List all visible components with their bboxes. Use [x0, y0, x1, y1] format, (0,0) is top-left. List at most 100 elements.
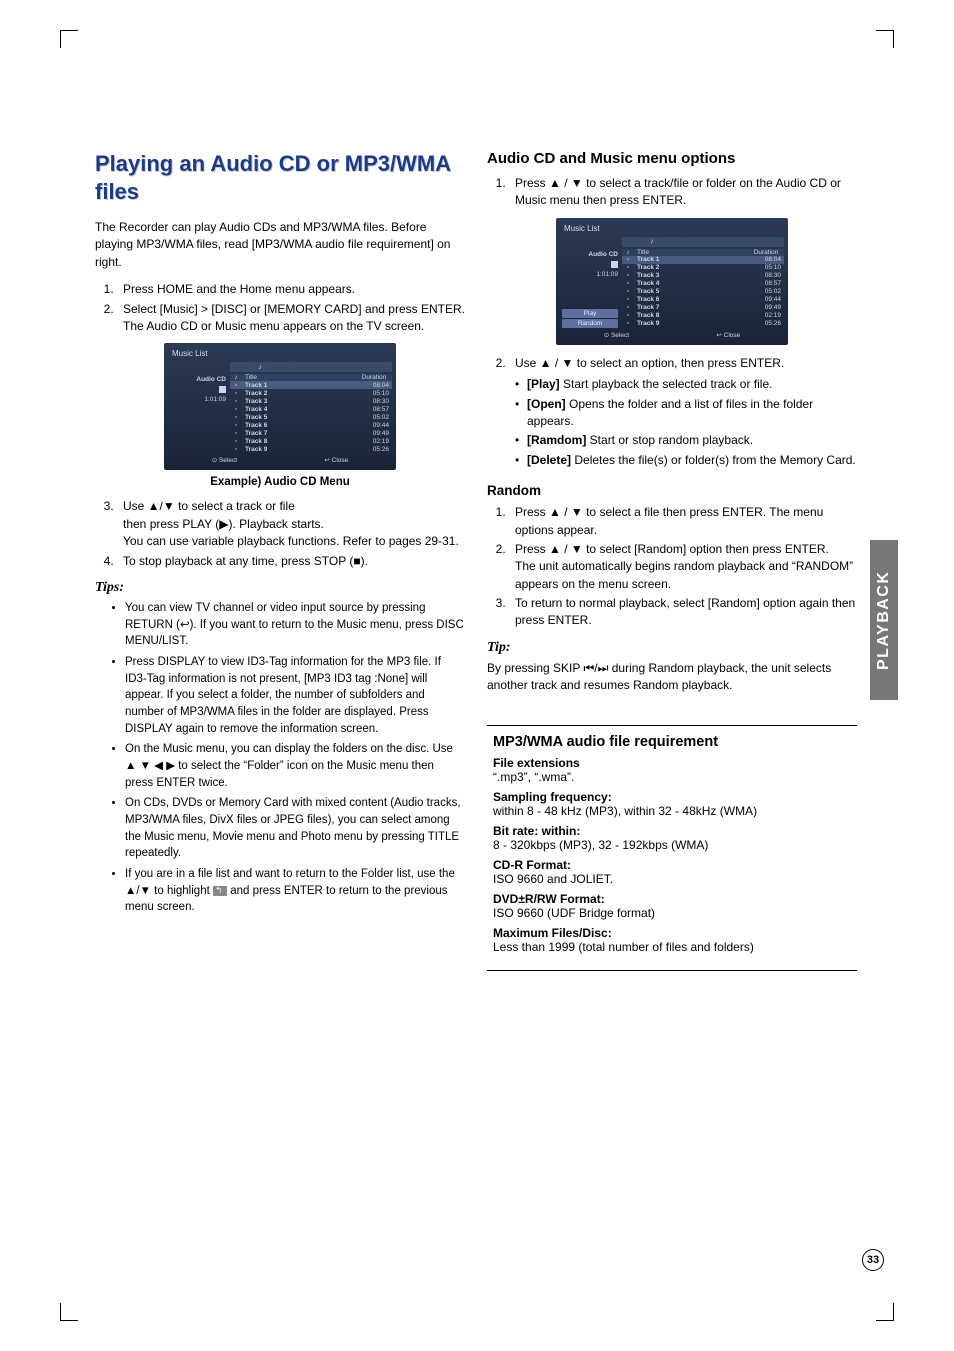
track-title: Track 8	[634, 312, 748, 319]
ml-track-row[interactable]: Track 108:04	[230, 381, 392, 389]
track-icon	[230, 446, 242, 453]
ml-track-row[interactable]: Track 609:44	[230, 421, 392, 429]
ml-track-row[interactable]: Track 905:26	[622, 320, 784, 328]
track-duration: 08:04	[748, 256, 784, 263]
ml-track-row[interactable]: Track 408:57	[230, 405, 392, 413]
folder-up-icon	[213, 886, 227, 896]
track-duration: 08:30	[356, 398, 392, 405]
ml-track-row[interactable]: Track 408:57	[622, 280, 784, 288]
ml-head-duration: Duration	[356, 374, 392, 381]
track-duration: 09:49	[748, 304, 784, 311]
menu-options-heading: Audio CD and Music menu options	[487, 150, 857, 167]
tips-heading: Tips:	[95, 580, 465, 596]
step-3c: You can use variable playback functions.…	[123, 534, 459, 548]
step-3b: then press PLAY (▶). Playback starts.	[123, 517, 324, 531]
step-3a: Use ▲/▼ to select a track or file	[123, 499, 295, 513]
main-heading: Playing an Audio CD or MP3/WMA files	[95, 150, 465, 205]
random-heading: Random	[487, 483, 857, 498]
track-title: Track 4	[634, 280, 748, 287]
ml-menu-random[interactable]: Random	[562, 319, 618, 328]
req-item: CD-R Format:ISO 9660 and JOLIET.	[493, 858, 851, 886]
track-duration: 08:57	[748, 280, 784, 287]
tip-item: On the Music menu, you can display the f…	[125, 741, 465, 791]
ml-track-row[interactable]: Track 308:30	[622, 272, 784, 280]
track-icon	[230, 422, 242, 429]
ml-menu-play[interactable]: Play	[562, 309, 618, 318]
track-icon	[230, 398, 242, 405]
tip-item: On CDs, DVDs or Memory Card with mixed c…	[125, 795, 465, 862]
track-duration: 02:19	[748, 312, 784, 319]
stop-icon	[219, 386, 226, 393]
track-duration: 05:26	[356, 446, 392, 453]
requirement-box: MP3/WMA audio file requirement File exte…	[487, 725, 857, 971]
ml-head-title: Title	[242, 374, 356, 381]
page-content: Playing an Audio CD or MP3/WMA files The…	[95, 150, 865, 971]
option-key: [Play]	[527, 377, 560, 391]
ml-track-row[interactable]: Track 205:10	[230, 389, 392, 397]
track-title: Track 2	[634, 264, 748, 271]
track-title: Track 5	[242, 414, 356, 421]
option-item: [Delete] Deletes the file(s) or folder(s…	[515, 452, 857, 469]
req-value: 8 - 320kbps (MP3), 32 - 192kbps (WMA)	[493, 838, 851, 852]
ml-track-row[interactable]: Track 802:19	[230, 437, 392, 445]
ml-track-row[interactable]: Track 709:49	[230, 429, 392, 437]
ml-foot-select: ⊙ Select	[604, 331, 629, 339]
track-icon	[230, 438, 242, 445]
track-title: Track 1	[242, 382, 356, 389]
track-icon	[622, 256, 634, 263]
req-item: File extensions“.mp3”, “.wma”.	[493, 756, 851, 784]
ml-track-row[interactable]: Track 505:02	[230, 413, 392, 421]
ml-track-row[interactable]: Track 609:44	[622, 296, 784, 304]
ml-track-row[interactable]: Track 709:49	[622, 304, 784, 312]
menu-step-2-text: Use ▲ / ▼ to select an option, then pres…	[515, 356, 784, 370]
track-icon	[230, 406, 242, 413]
ml-source-label: Audio CD	[170, 376, 226, 383]
step-1: Press HOME and the Home menu appears.	[117, 281, 465, 298]
random-steps: Press ▲ / ▼ to select a file then press …	[487, 504, 857, 630]
req-item: Sampling frequency:within 8 - 48 kHz (MP…	[493, 790, 851, 818]
ml-elapsed: 1:01:09	[170, 396, 226, 403]
tip-heading: Tip:	[487, 640, 857, 656]
track-duration: 09:44	[356, 422, 392, 429]
req-value: ISO 9660 (UDF Bridge format)	[493, 906, 851, 920]
ml-track-row[interactable]: Track 205:10	[622, 264, 784, 272]
track-title: Track 8	[242, 438, 356, 445]
track-duration: 08:04	[356, 382, 392, 389]
ml-foot-close: ↩ Close	[324, 456, 348, 464]
ml-head-icon	[230, 374, 242, 381]
ml-header-row: Title Duration	[230, 374, 392, 381]
right-column: Audio CD and Music menu options Press ▲ …	[487, 150, 857, 971]
req-heading: MP3/WMA audio file requirement	[493, 734, 851, 750]
step-2-text: Select [Music] > [DISC] or [MEMORY CARD]…	[123, 302, 465, 316]
req-item: Bit rate: within:8 - 320kbps (MP3), 32 -…	[493, 824, 851, 852]
track-icon	[230, 382, 242, 389]
option-key: [Ramdom]	[527, 433, 586, 447]
option-item: [Ramdom] Start or stop random playback.	[515, 432, 857, 449]
ml-track-row[interactable]: Track 108:04	[622, 256, 784, 264]
tips-list: You can view TV channel or video input s…	[95, 600, 465, 916]
req-key: CD-R Format:	[493, 858, 851, 872]
option-item: [Open] Opens the folder and a list of fi…	[515, 396, 857, 431]
req-item: Maximum Files/Disc:Less than 1999 (total…	[493, 926, 851, 954]
req-key: DVD±R/RW Format:	[493, 892, 851, 906]
music-list-title: Music List	[168, 347, 392, 362]
ml-track-row[interactable]: Track 905:26	[230, 445, 392, 453]
left-column: Playing an Audio CD or MP3/WMA files The…	[95, 150, 465, 971]
option-key: [Delete]	[527, 453, 571, 467]
track-icon	[230, 390, 242, 397]
tip-item-folder: If you are in a file list and want to re…	[125, 866, 465, 916]
random-step: Press ▲ / ▼ to select [Random] option th…	[509, 541, 857, 593]
ml-source-label: Audio CD	[562, 251, 618, 258]
tip-item: Press DISPLAY to view ID3-Tag informatio…	[125, 654, 465, 737]
menu-step-2: Use ▲ / ▼ to select an option, then pres…	[509, 355, 857, 469]
ml-track-row[interactable]: Track 308:30	[230, 397, 392, 405]
ml-head-duration: Duration	[748, 249, 784, 256]
req-value: Less than 1999 (total number of files an…	[493, 940, 851, 954]
ml-head-title: Title	[634, 249, 748, 256]
ml-track-row[interactable]: Track 802:19	[622, 312, 784, 320]
ml-track-row[interactable]: Track 505:02	[622, 288, 784, 296]
track-title: Track 4	[242, 406, 356, 413]
random-step: Press ▲ / ▼ to select a file then press …	[509, 504, 857, 539]
track-title: Track 6	[242, 422, 356, 429]
option-desc: Start or stop random playback.	[586, 433, 753, 447]
